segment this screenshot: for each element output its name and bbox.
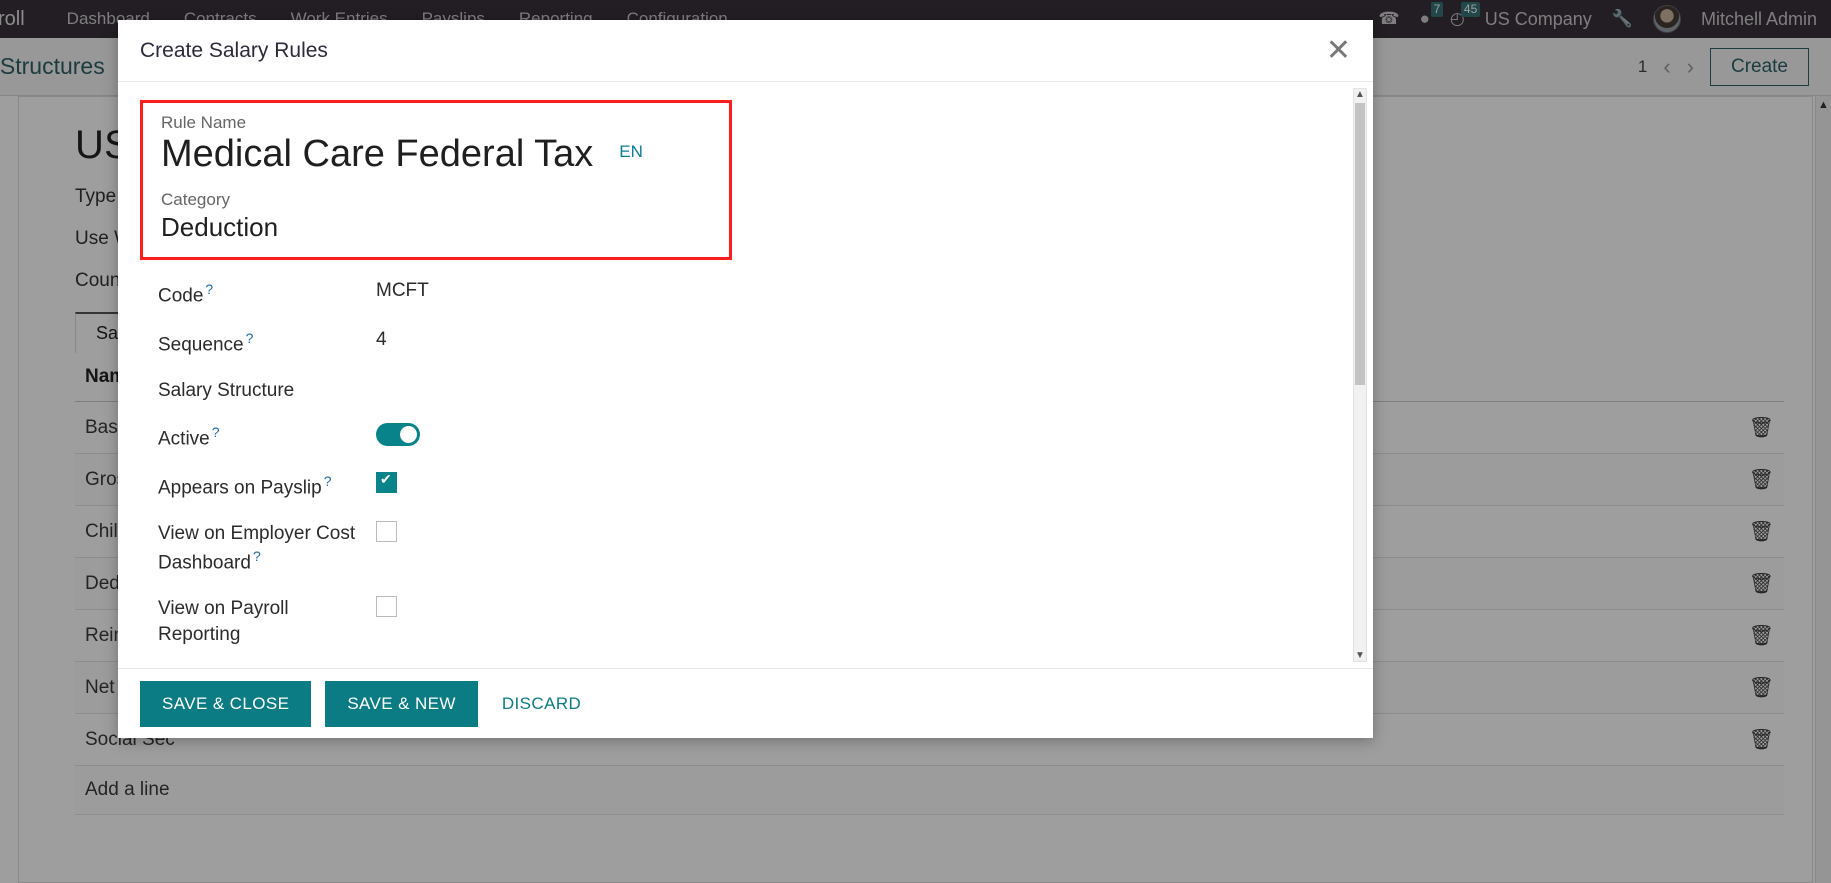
- code-input[interactable]: MCFT: [376, 280, 429, 302]
- field-label-appears-on-payslip: Appears on Payslip?: [158, 472, 376, 501]
- scrollbar-thumb[interactable]: [1355, 103, 1365, 385]
- field-row-appears-on-payslip: Appears on Payslip?: [158, 471, 1333, 501]
- sequence-input[interactable]: 4: [376, 329, 387, 351]
- label-text: Appears on Payslip: [158, 477, 322, 499]
- language-tag[interactable]: EN: [619, 142, 643, 162]
- create-salary-rules-dialog: Create Salary Rules ✕ ▲ ▼ Rule Name Medi…: [118, 20, 1373, 738]
- rule-name-input[interactable]: Medical Care Federal Tax: [161, 133, 593, 176]
- label-text: Sequence: [158, 334, 244, 356]
- help-icon[interactable]: ?: [246, 330, 254, 346]
- toggle-knob: [400, 426, 417, 444]
- label-text: Code: [158, 285, 204, 307]
- scroll-up-icon[interactable]: ▲: [1354, 89, 1366, 100]
- help-icon[interactable]: ?: [253, 548, 261, 564]
- dialog-footer: SAVE & CLOSE SAVE & NEW DISCARD: [118, 668, 1373, 738]
- help-icon[interactable]: ?: [212, 424, 220, 440]
- rule-name-row: Medical Care Federal Tax EN: [161, 133, 711, 176]
- modal-backdrop: Create Salary Rules ✕ ▲ ▼ Rule Name Medi…: [0, 0, 1831, 883]
- field-label-view-payroll-reporting: View on Payroll Reporting: [158, 597, 289, 645]
- dialog-scrollbar[interactable]: ▲ ▼: [1353, 88, 1367, 662]
- field-row-sequence: Sequence? 4: [158, 329, 1333, 358]
- field-label-sequence: Sequence?: [158, 329, 376, 358]
- label-text: Active: [158, 428, 210, 450]
- field-label-salary-structure: Salary Structure: [158, 379, 295, 401]
- field-label-view-employer-cost-dashboard: View on Employer Cost Dashboard?: [158, 521, 376, 576]
- field-label-code: Code?: [158, 280, 376, 309]
- save-and-close-button[interactable]: SAVE & CLOSE: [140, 680, 312, 727]
- save-and-new-button[interactable]: SAVE & NEW: [325, 680, 478, 727]
- view-employer-cost-dashboard-checkbox[interactable]: [376, 521, 397, 543]
- highlighted-rule-name-region: Rule Name Medical Care Federal Tax EN Ca…: [140, 100, 732, 260]
- dialog-body: ▲ ▼ Rule Name Medical Care Federal Tax E…: [118, 82, 1373, 668]
- scroll-down-icon[interactable]: ▼: [1354, 650, 1366, 661]
- field-row-view-employer-cost-dashboard: View on Employer Cost Dashboard?: [158, 521, 1333, 576]
- dialog-title: Create Salary Rules: [140, 38, 328, 62]
- discard-button[interactable]: DISCARD: [492, 681, 591, 727]
- help-icon[interactable]: ?: [324, 473, 332, 489]
- category-input[interactable]: Deduction: [161, 212, 711, 243]
- field-label-active: Active?: [158, 423, 376, 452]
- field-row-code: Code? MCFT: [158, 280, 1333, 309]
- field-row-view-payroll-reporting: View on Payroll Reporting: [158, 595, 1333, 647]
- field-row-active: Active?: [158, 423, 1333, 452]
- appears-on-payslip-checkbox[interactable]: [376, 471, 397, 494]
- field-row-salary-structure: Salary Structure: [158, 378, 1333, 404]
- dialog-header: Create Salary Rules ✕: [118, 20, 1373, 82]
- help-icon[interactable]: ?: [205, 281, 213, 297]
- category-label: Category: [161, 189, 230, 209]
- view-payroll-reporting-checkbox[interactable]: [376, 595, 397, 617]
- rule-name-label: Rule Name: [161, 113, 247, 132]
- close-icon[interactable]: ✕: [1326, 35, 1351, 66]
- active-toggle[interactable]: [376, 423, 420, 447]
